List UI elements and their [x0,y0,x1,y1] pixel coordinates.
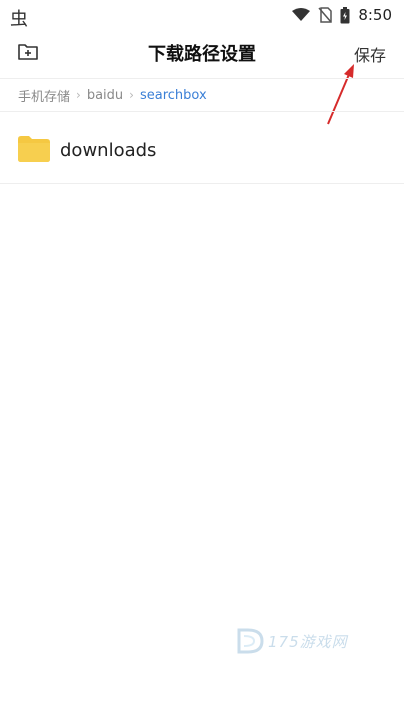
no-sim-icon [318,7,333,23]
breadcrumb-item-baidu[interactable]: baidu [87,88,123,103]
watermark: 175游戏网 [236,628,348,654]
chevron-right-icon: › [76,88,81,102]
battery-icon [340,6,350,23]
breadcrumb-item-searchbox[interactable]: searchbox [140,88,207,103]
folder-name: downloads [60,140,157,161]
status-time: 8:50 [358,6,392,24]
status-bar: 虫 8:50 [0,0,404,32]
app-notification-icon: 虫 [10,9,28,30]
watermark-logo-icon [237,628,264,654]
folder-icon [18,136,50,162]
chevron-right-icon: › [129,88,134,102]
watermark-text: 175游戏网 [268,632,348,651]
breadcrumb: 手机存储 › baidu › searchbox [0,78,404,112]
list-item[interactable]: downloads [0,116,404,184]
breadcrumb-item-phone-storage[interactable]: 手机存储 [18,86,70,105]
status-indicators: 8:50 [292,6,392,24]
wifi-icon [292,8,311,21]
